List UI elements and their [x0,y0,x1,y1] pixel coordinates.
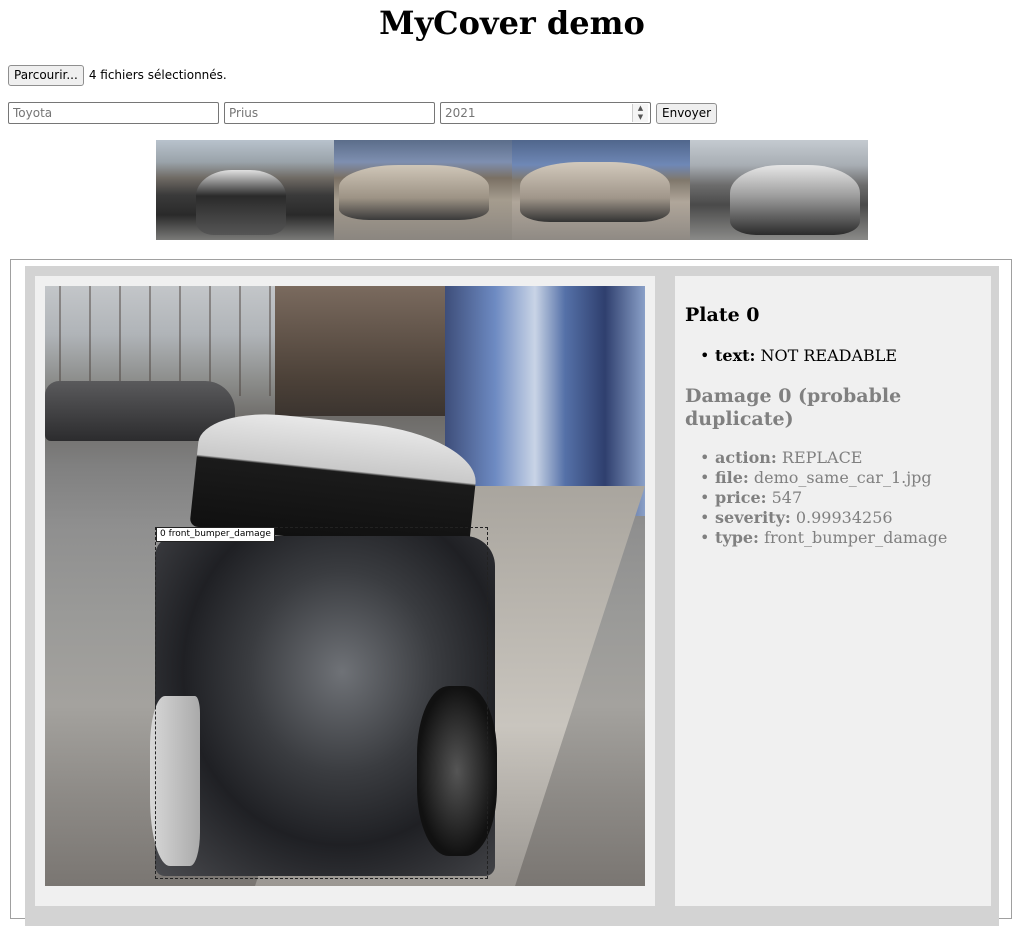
thumbnail-1[interactable] [156,140,334,240]
field-value: 547 [771,488,803,507]
damage-field: action: REPLACE [675,448,991,468]
result-panel: 0 front_bumper_damage Plate 0 text: NOT … [10,259,1012,926]
vehicle-form: ▲▼ Envoyer [8,102,718,124]
browse-button[interactable]: Parcourir... [8,64,84,86]
damage-field: type: front_bumper_damage [675,528,991,548]
result-container: 0 front_bumper_damage Plate 0 text: NOT … [25,266,999,926]
info-card: Plate 0 text: NOT READABLE Damage 0 (pro… [675,276,991,906]
field-label: file: [715,468,749,487]
year-field: ▲▼ [440,102,651,124]
model-input[interactable] [224,102,435,124]
submit-button[interactable]: Envoyer [656,102,718,124]
thumbnail-2[interactable] [334,140,512,240]
field-label: price: [715,488,767,507]
make-input[interactable] [8,102,219,124]
field-label: type: [715,528,759,547]
field-value: front_bumper_damage [764,528,948,547]
field-label: action: [715,448,777,467]
damage-heading: Damage 0 (probable duplicate) [685,385,902,430]
field-value: REPLACE [781,448,863,467]
image-card: 0 front_bumper_damage [35,276,655,906]
thumbnail-3[interactable] [512,140,690,240]
plate-text-item: text: NOT READABLE [675,346,991,366]
damage-field: price: 547 [675,488,991,508]
damage-field: file: demo_same_car_1.jpg [675,468,991,488]
field-value: NOT READABLE [760,346,898,365]
plate-heading: Plate 0 [685,304,760,326]
detection-label: 0 front_bumper_damage [156,527,275,542]
year-spinner[interactable]: ▲ ▼ [632,104,648,122]
detection-bounding-box [155,527,488,879]
page-title: MyCover demo [379,4,645,42]
file-upload-row: Parcourir... 4 fichiers sélectionnés. [8,64,227,86]
file-selection-status: 4 fichiers sélectionnés. [88,68,227,82]
field-value: demo_same_car_1.jpg [753,468,932,487]
damage-photo: 0 front_bumper_damage [45,286,645,886]
damage-field: severity: 0.99934256 [675,508,991,528]
field-value: 0.99934256 [795,508,893,527]
thumbnail-strip [156,140,868,240]
field-label: text: [715,346,756,365]
year-input[interactable] [440,102,651,124]
thumbnail-4[interactable] [690,140,868,240]
plate-details: text: NOT READABLE [675,346,991,366]
damage-details: action: REPLACE file: demo_same_car_1.jp… [675,448,991,548]
field-label: severity: [715,508,791,527]
